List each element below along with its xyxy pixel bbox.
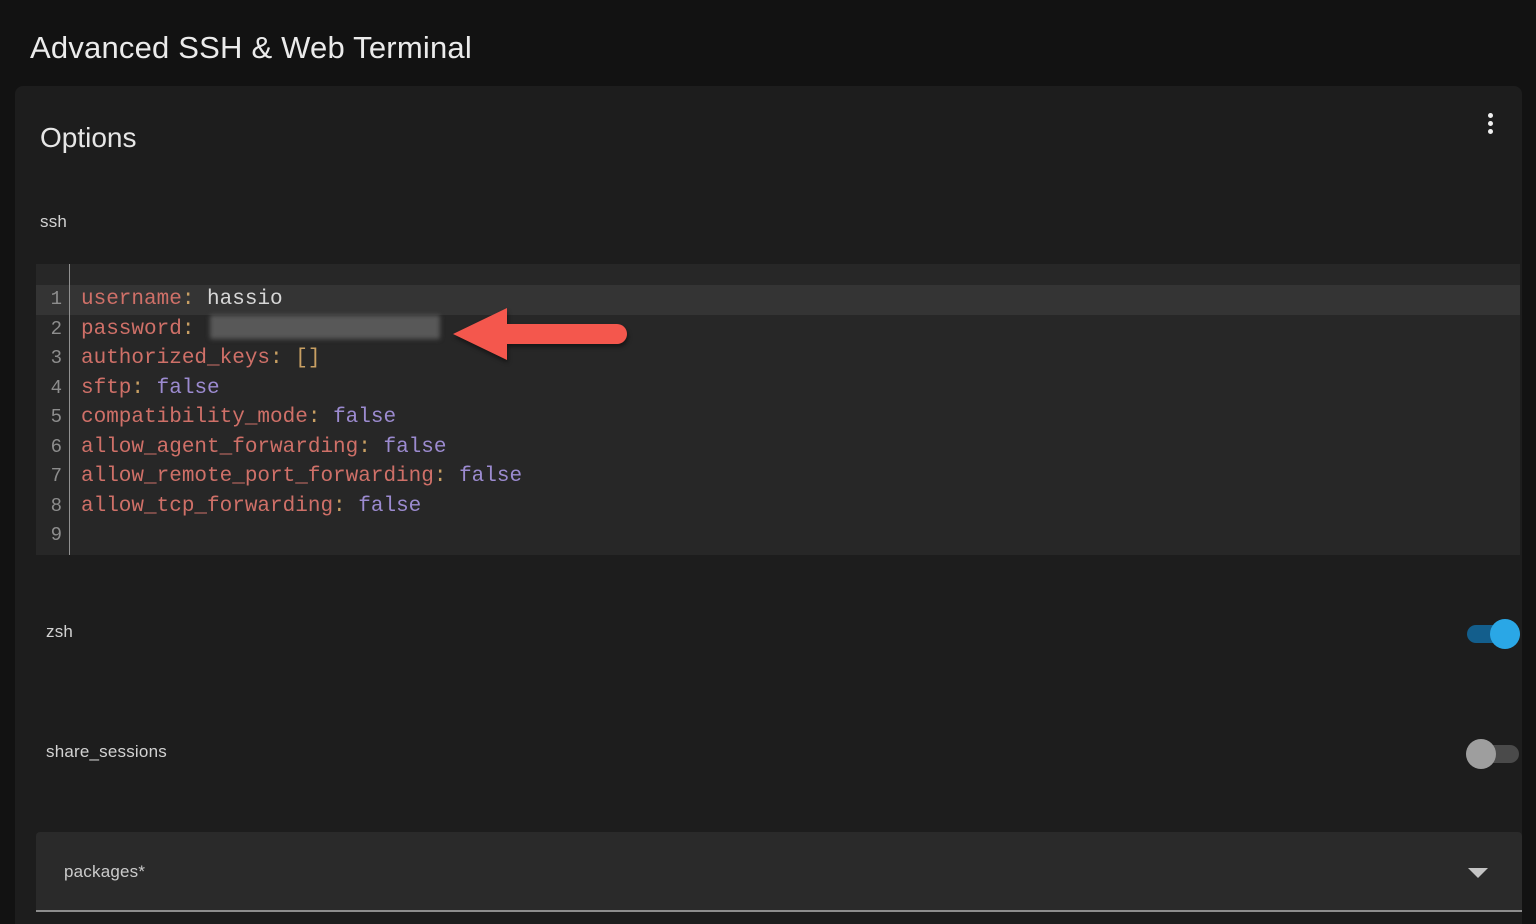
yaml-line: 5compatibility_mode: false [36,403,1520,433]
redacted-password [210,315,440,339]
yaml-line: 9 [36,521,1520,551]
toggle-thumb [1490,619,1520,649]
yaml-line: 8allow_tcp_forwarding: false [36,492,1520,522]
ssh-field-label: ssh [40,212,67,232]
toggle-thumb [1466,739,1496,769]
dropdown-arrow-icon [1468,868,1488,878]
card-title: Options [40,122,137,154]
packages-select-label: packages* [64,862,145,882]
packages-select[interactable]: packages* [36,832,1522,912]
zsh-field-label: zsh [46,622,73,642]
yaml-line: 6allow_agent_forwarding: false [36,433,1520,463]
addon-config-page: Advanced SSH & Web Terminal Options ssh … [0,0,1536,924]
kebab-menu-icon[interactable] [1476,106,1504,140]
page-title: Advanced SSH & Web Terminal [30,30,472,66]
yaml-line: 4sftp: false [36,374,1520,404]
yaml-editor-lines: 1username: hassio2password: 3authorized_… [36,285,1520,551]
share-sessions-field-label: share_sessions [46,742,167,762]
yaml-editor[interactable]: 1username: hassio2password: 3authorized_… [36,264,1520,555]
gutter-separator [69,264,70,555]
yaml-line: 2password: [36,315,1520,345]
yaml-line: 3authorized_keys: [] [36,344,1520,374]
options-card: Options ssh 1username: hassio2password: … [15,86,1522,924]
share-sessions-toggle[interactable] [1466,739,1519,769]
yaml-line: 1username: hassio [36,285,1520,315]
yaml-line: 7allow_remote_port_forwarding: false [36,462,1520,492]
zsh-toggle[interactable] [1467,619,1520,649]
